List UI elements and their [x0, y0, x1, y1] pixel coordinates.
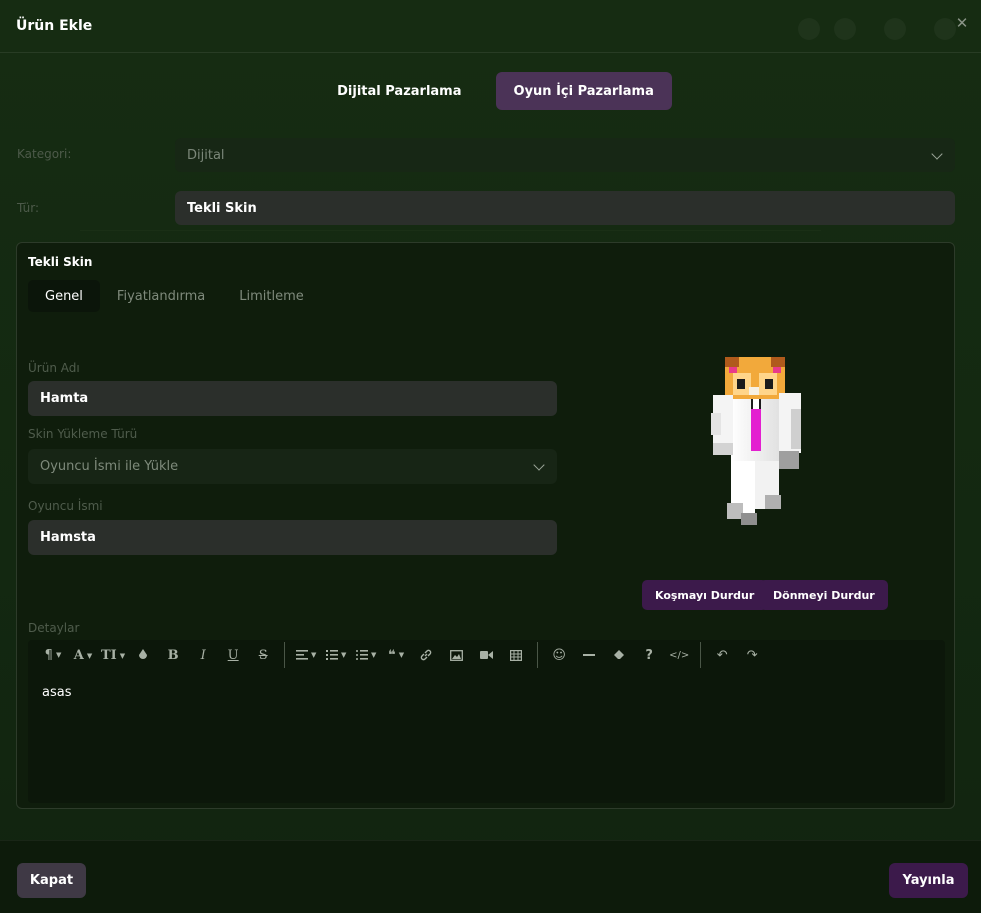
code-view-icon[interactable]: </>: [664, 644, 694, 666]
link-icon[interactable]: [411, 644, 441, 666]
tab-limitleme[interactable]: Limitleme: [222, 280, 321, 312]
kategori-label: Kategori:: [17, 147, 72, 161]
oyuncu-ismi-label: Oyuncu İsmi: [28, 499, 103, 513]
eraser-icon[interactable]: [604, 644, 634, 666]
skin-yukleme-value: Oyuncu İsmi ile Yükle: [40, 459, 179, 474]
quote-icon[interactable]: ❝ ▼: [381, 644, 411, 666]
font-size-icon[interactable]: TI ▼: [98, 644, 128, 666]
tab-genel[interactable]: Genel: [28, 280, 100, 312]
italic-icon[interactable]: I: [188, 644, 218, 666]
stop-rotating-button[interactable]: Dönmeyi Durdur: [760, 580, 888, 610]
align-icon[interactable]: ▼: [291, 644, 321, 666]
chevron-down-icon: [533, 459, 545, 471]
help-icon[interactable]: ?: [634, 644, 664, 666]
rich-text-editor[interactable]: ¶ ▼ A ▼ TI ▼ B I U S ▼ ▼ ▼ ❝ ▼ ☺ ? </> ↶…: [28, 640, 945, 803]
emoji-icon[interactable]: ☺: [544, 644, 574, 666]
table-icon[interactable]: [501, 644, 531, 666]
close-button[interactable]: Kapat: [17, 863, 86, 898]
detaylar-label: Detaylar: [28, 621, 80, 635]
tab-in-game-marketing[interactable]: Oyun İçi Pazarlama: [495, 72, 672, 110]
skin-preview[interactable]: [697, 353, 817, 533]
color-drop-icon[interactable]: [128, 644, 158, 666]
chevron-down-icon: [931, 148, 943, 160]
unordered-list-icon[interactable]: ▼: [351, 644, 381, 666]
image-icon[interactable]: [441, 644, 471, 666]
urun-adi-label: Ürün Adı: [28, 361, 80, 375]
tur-select[interactable]: Tekli Skin: [175, 191, 955, 225]
redo-icon[interactable]: ↷: [737, 644, 767, 666]
close-icon[interactable]: ✕: [955, 16, 969, 31]
toolbar-separator: [284, 642, 286, 668]
undo-icon[interactable]: ↶: [707, 644, 737, 666]
tab-digital-marketing[interactable]: Dijital Pazarlama: [319, 72, 479, 110]
oyuncu-ismi-input[interactable]: Hamsta: [28, 520, 557, 555]
skin-character-image: [711, 357, 801, 525]
stop-running-button[interactable]: Koşmayı Durdur: [642, 580, 768, 610]
marketing-type-tabs: Dijital Pazarlama Oyun İçi Pazarlama: [0, 72, 981, 110]
modal-title: Ürün Ekle: [16, 18, 93, 34]
publish-button[interactable]: Yayınla: [889, 863, 968, 898]
panel-title: Tekli Skin: [28, 255, 93, 269]
modal-header: Ürün Ekle ✕: [0, 0, 981, 53]
skin-yukleme-select[interactable]: Oyuncu İsmi ile Yükle: [28, 449, 557, 484]
add-product-modal: Ürün Ekle ✕ Dijital Pazarlama Oyun İçi P…: [0, 0, 981, 913]
bold-icon[interactable]: B: [158, 644, 188, 666]
ordered-list-icon[interactable]: ▼: [321, 644, 351, 666]
tab-fiyatlandirma[interactable]: Fiyatlandırma: [100, 280, 222, 312]
strikethrough-icon[interactable]: S: [248, 644, 278, 666]
toolbar-separator: [537, 642, 539, 668]
tur-label: Tür:: [17, 201, 40, 215]
video-icon[interactable]: [471, 644, 501, 666]
kategori-value: Dijital: [187, 147, 225, 163]
kategori-select[interactable]: Dijital: [175, 138, 955, 172]
product-panel: Tekli Skin Genel Fiyatlandırma Limitleme…: [16, 242, 955, 809]
underline-icon[interactable]: U: [218, 644, 248, 666]
paragraph-icon[interactable]: ¶ ▼: [38, 644, 68, 666]
toolbar-separator: [700, 642, 702, 668]
editor-content[interactable]: asas: [42, 685, 71, 700]
font-color-icon[interactable]: A ▼: [68, 644, 98, 666]
tur-value: Tekli Skin: [187, 200, 257, 216]
panel-tabs: Genel Fiyatlandırma Limitleme: [28, 280, 321, 312]
editor-toolbar: ¶ ▼ A ▼ TI ▼ B I U S ▼ ▼ ▼ ❝ ▼ ☺ ? </> ↶…: [28, 640, 945, 670]
horizontal-rule-icon[interactable]: [574, 644, 604, 666]
skin-yukleme-label: Skin Yükleme Türü: [28, 427, 138, 441]
urun-adi-input[interactable]: Hamta: [28, 381, 557, 416]
modal-footer: Kapat Yayınla: [0, 840, 981, 913]
